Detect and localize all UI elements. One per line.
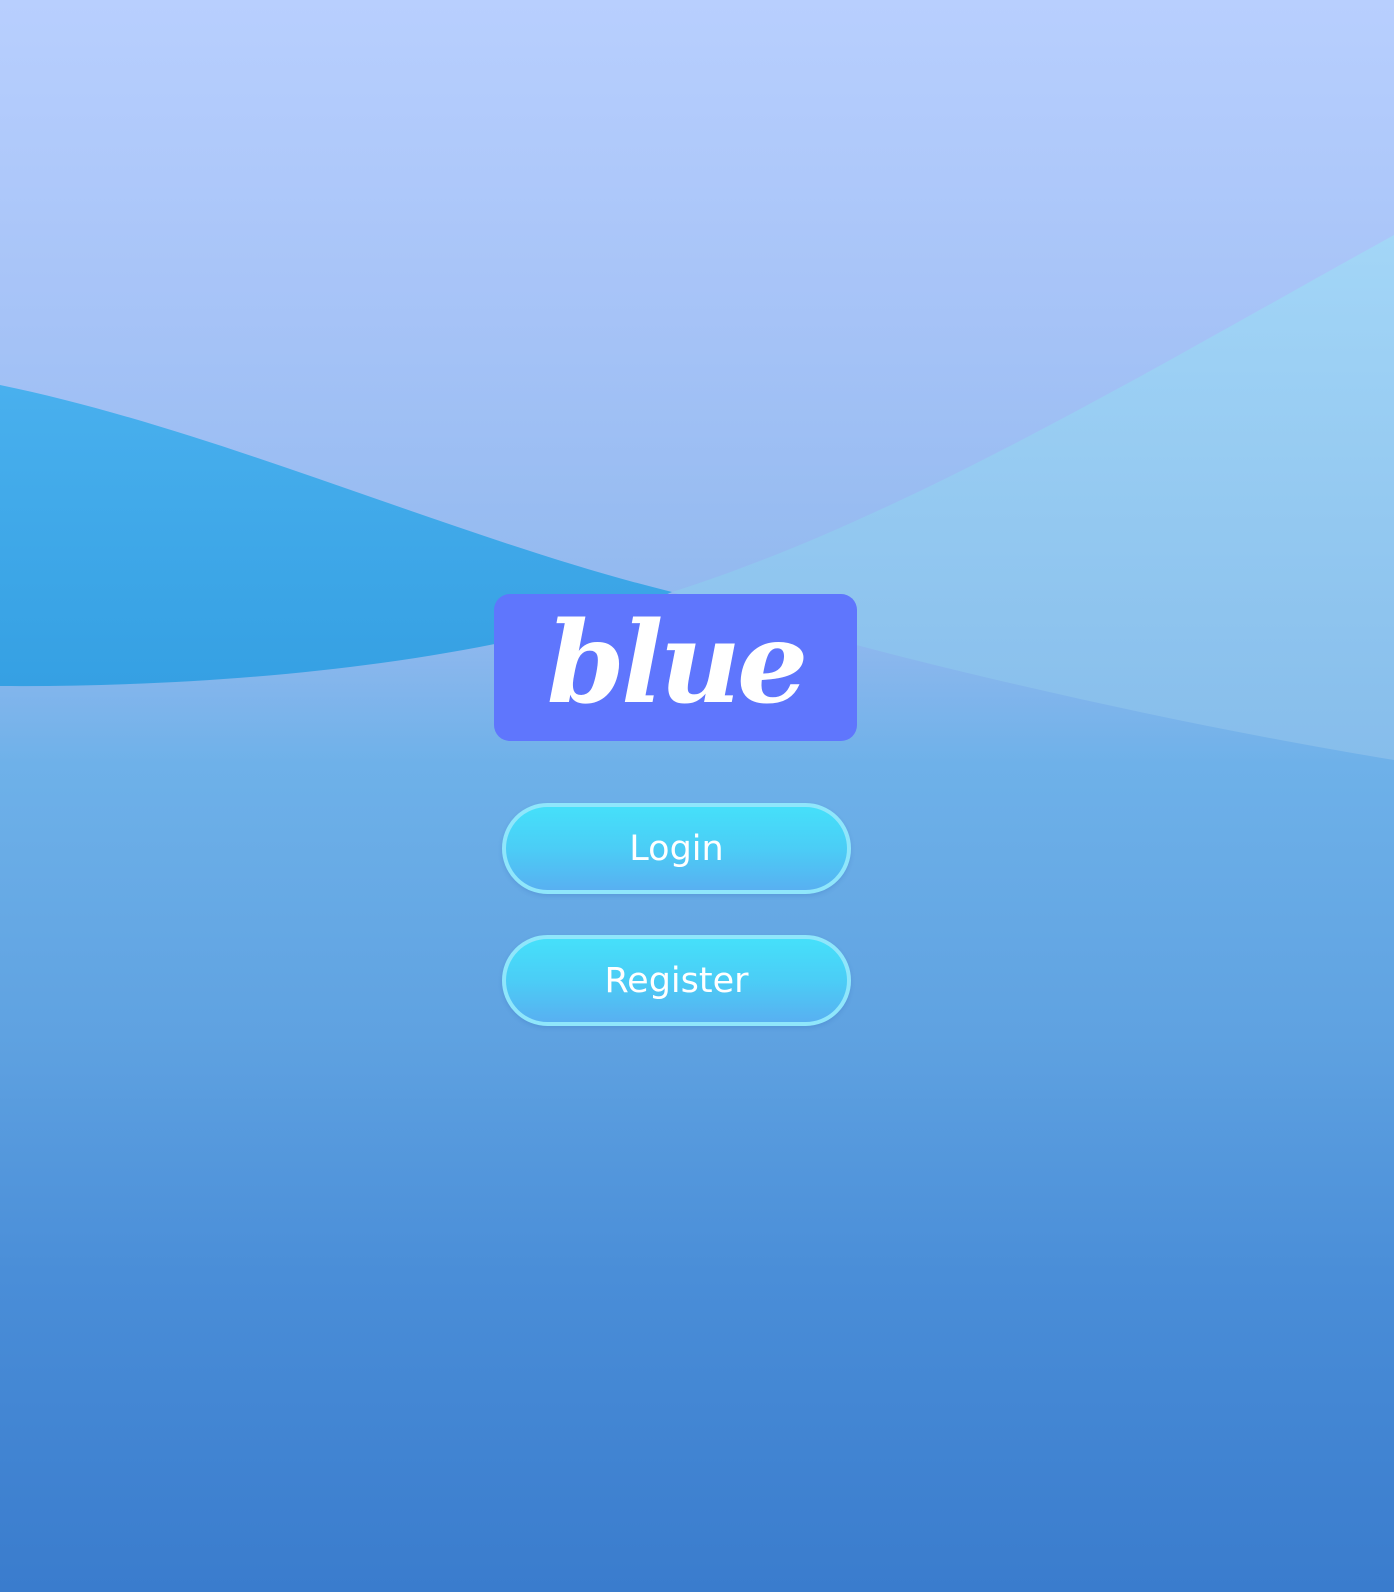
background-waves — [0, 235, 1394, 760]
login-button[interactable]: Login — [502, 803, 851, 894]
app-logo: blue — [494, 594, 857, 741]
register-button[interactable]: Register — [502, 935, 851, 1026]
logo-wordmark: blue — [546, 597, 809, 729]
